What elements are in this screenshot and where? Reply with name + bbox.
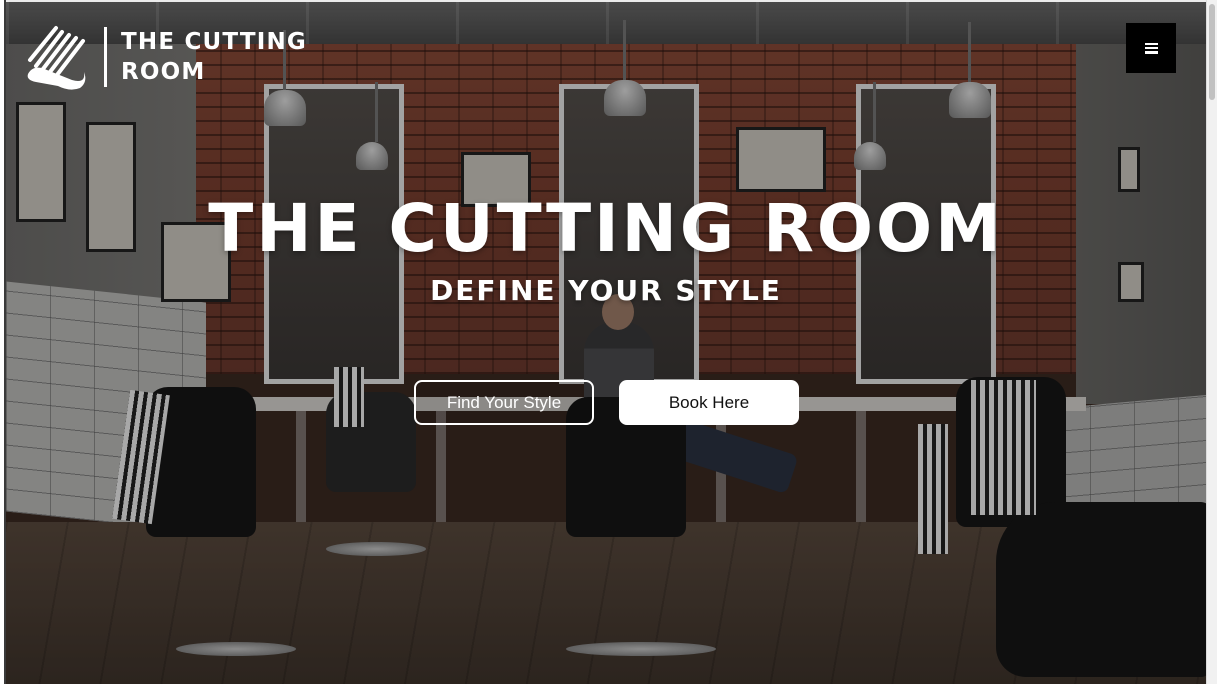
hero-subtitle: DEFINE YOUR STYLE [430, 274, 782, 307]
brand-name-line2: ROOM [121, 59, 206, 85]
find-your-style-button[interactable]: Find Your Style [414, 380, 594, 425]
comb-logo-icon [27, 26, 86, 90]
hamburger-menu-icon [1144, 42, 1158, 54]
brand-name-line1: THE CUTTING [121, 29, 308, 55]
brand-logo-link[interactable]: THE CUTTING ROOM [22, 22, 307, 92]
page-scrollbar[interactable] [1206, 0, 1217, 684]
brand-name: THE CUTTING ROOM [121, 27, 307, 87]
window-top-edge [0, 0, 1217, 2]
window-left-edge [0, 0, 6, 684]
menu-toggle-button[interactable] [1126, 23, 1176, 73]
dark-overlay [6, 2, 1206, 684]
hero-background-image [6, 2, 1206, 684]
hero-title: THE CUTTING ROOM [208, 190, 1004, 267]
scrollbar-thumb[interactable] [1209, 4, 1215, 100]
logo-divider [104, 27, 107, 87]
book-here-button[interactable]: Book Here [619, 380, 799, 425]
